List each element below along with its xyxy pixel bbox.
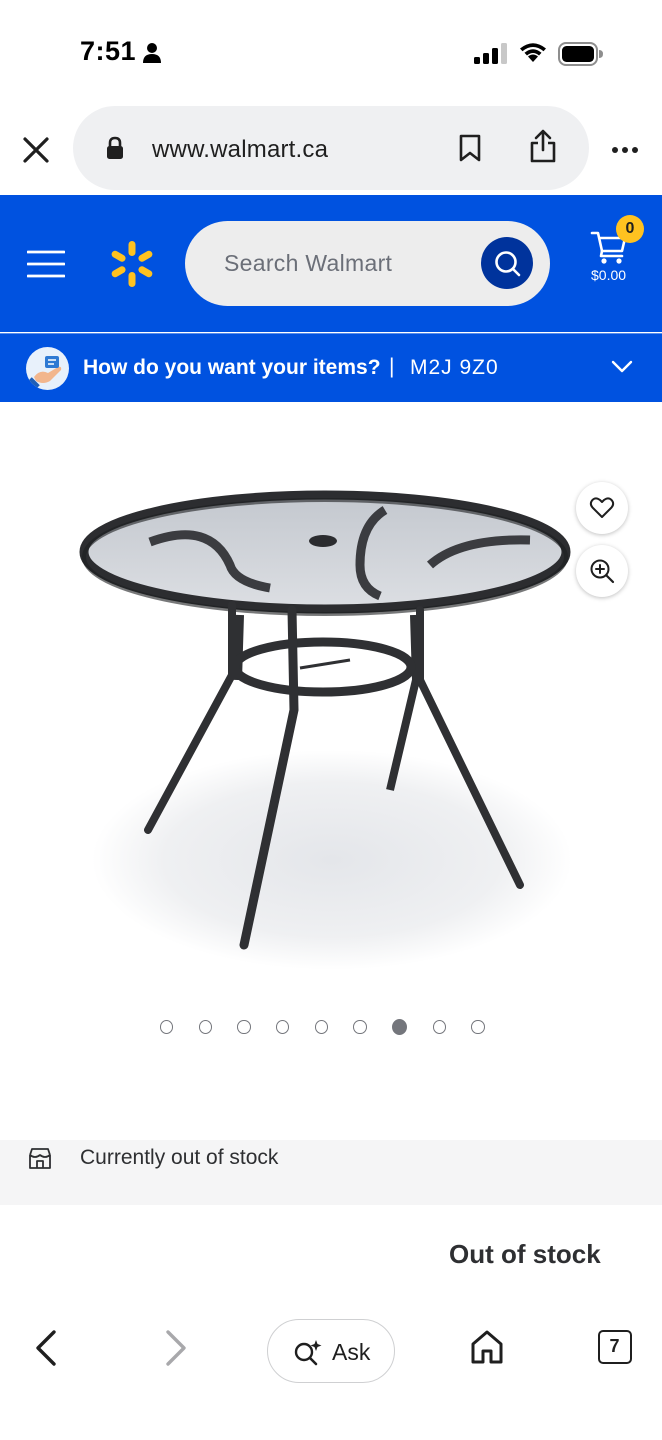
patio-table-image[interactable]	[60, 470, 600, 990]
carousel-dot[interactable]	[160, 1020, 174, 1034]
wifi-icon	[520, 43, 546, 62]
ask-label: Ask	[332, 1339, 371, 1365]
cart-count-badge: 0	[616, 215, 644, 243]
store-icon	[29, 1148, 51, 1169]
search-input[interactable]: Search Walmart	[185, 221, 550, 306]
home-icon[interactable]	[469, 1329, 505, 1365]
zoom-in-icon	[590, 559, 615, 584]
walmart-spark-logo[interactable]	[108, 240, 156, 288]
browser-bar: www.walmart.ca	[0, 100, 662, 195]
carousel-dot[interactable]	[471, 1020, 485, 1034]
url-text: www.walmart.ca	[152, 136, 329, 163]
cart-total: $0.00	[591, 267, 627, 283]
forward-arrow-icon[interactable]	[160, 1328, 192, 1368]
search-button[interactable]	[481, 237, 533, 289]
carousel-dot[interactable]	[432, 1020, 446, 1034]
heart-icon	[589, 497, 615, 518]
menu-icon[interactable]	[27, 250, 65, 278]
close-icon[interactable]	[18, 132, 54, 168]
carousel-dot[interactable]	[392, 1019, 408, 1035]
zoom-image-button[interactable]	[576, 545, 628, 597]
bookmark-icon[interactable]	[458, 133, 482, 163]
person-icon	[143, 43, 161, 63]
stock-status-strip: Currently out of stock	[0, 1140, 662, 1205]
image-carousel-indicator	[160, 1019, 510, 1036]
lock-icon	[107, 136, 123, 159]
search-icon	[495, 251, 521, 277]
delivery-icon	[26, 347, 69, 390]
tabs-button[interactable]: 7	[598, 1330, 632, 1364]
walmart-header: Search Walmart 0 $0.00	[0, 195, 662, 332]
more-options-icon[interactable]	[606, 132, 646, 168]
address-bar[interactable]: www.walmart.ca	[73, 106, 589, 190]
browser-toolbar: Ask 7	[0, 1300, 662, 1400]
status-time: 7:51	[80, 36, 137, 66]
carousel-dot[interactable]	[198, 1020, 212, 1034]
postal-code: M2J 9Z0	[410, 356, 499, 379]
out-of-stock-label: Out of stock	[449, 1239, 601, 1269]
delivery-selector[interactable]: How do you want your items? | M2J 9Z0	[0, 333, 662, 402]
battery-icon	[558, 42, 603, 66]
carousel-dot[interactable]	[353, 1020, 367, 1034]
cart-button[interactable]: 0 $0.00	[588, 215, 644, 293]
delivery-question: How do you want your items?	[83, 356, 381, 379]
chevron-down-icon	[611, 360, 633, 373]
sparkle-search-icon	[294, 1340, 322, 1366]
delivery-separator: |	[389, 355, 395, 378]
search-placeholder: Search Walmart	[224, 250, 393, 276]
stock-status-text: Currently out of stock	[80, 1146, 279, 1169]
carousel-dot[interactable]	[237, 1020, 251, 1034]
tab-count: 7	[609, 1336, 620, 1356]
status-bar: 7:51	[0, 0, 662, 100]
back-arrow-icon[interactable]	[30, 1328, 62, 1368]
share-icon[interactable]	[528, 128, 558, 164]
add-to-favorites-button[interactable]	[576, 482, 628, 534]
signal-icon	[474, 43, 507, 64]
ask-button[interactable]: Ask	[267, 1319, 395, 1383]
carousel-dot[interactable]	[314, 1020, 328, 1034]
carousel-dot[interactable]	[276, 1020, 290, 1034]
